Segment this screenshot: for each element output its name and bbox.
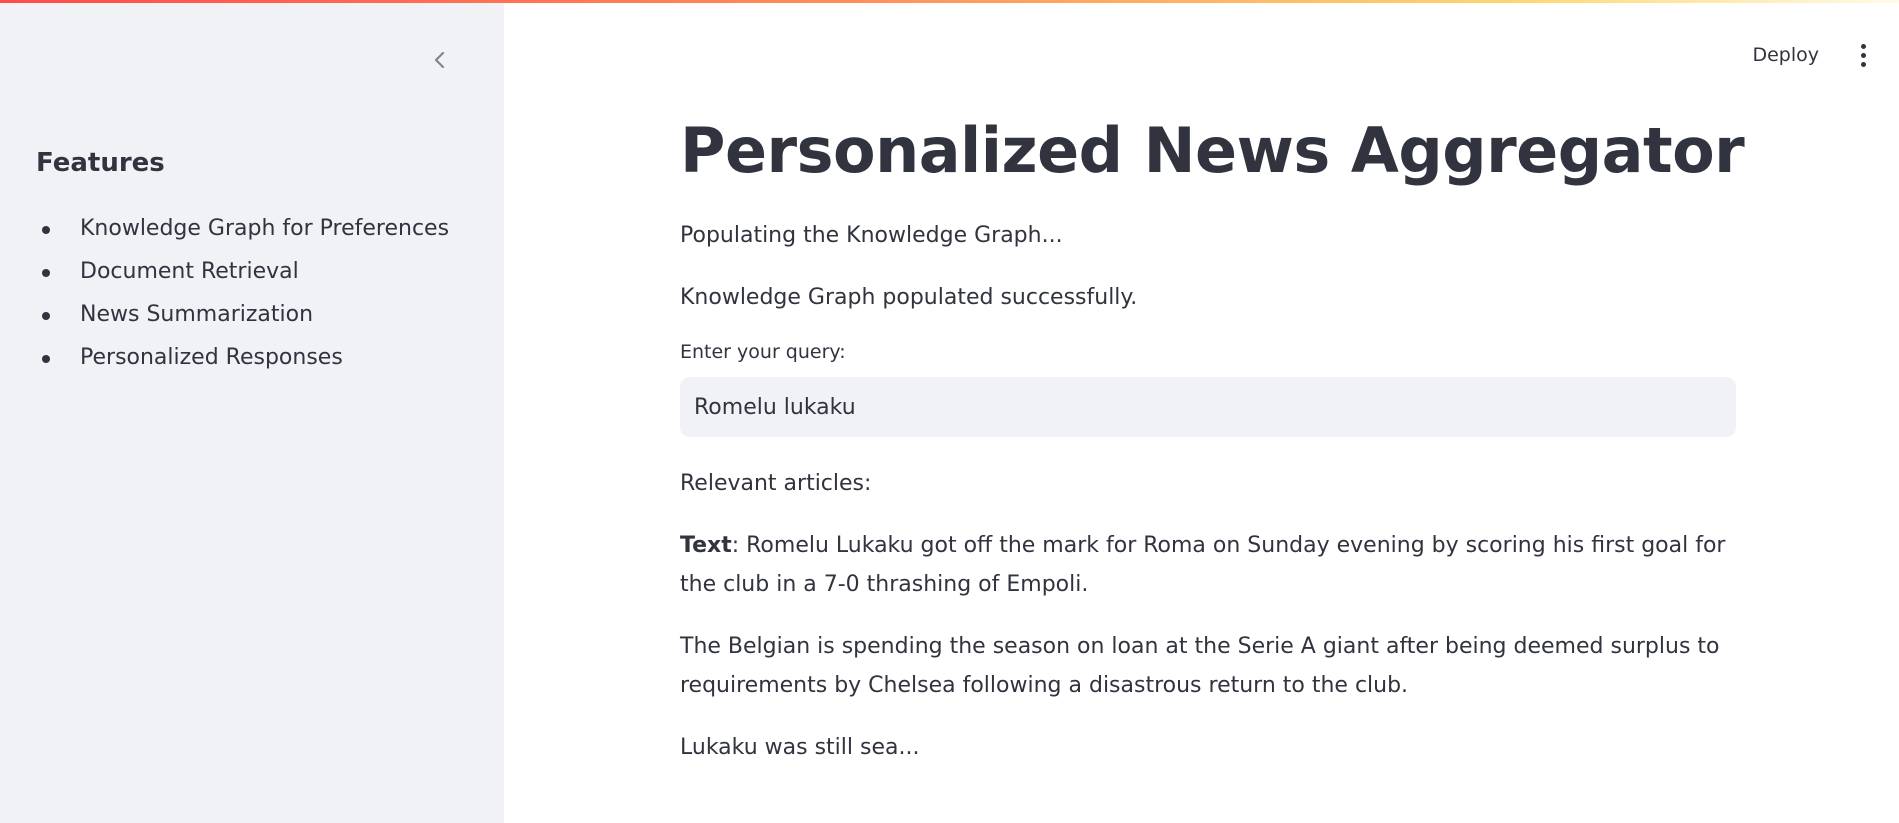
feature-list: Knowledge Graph for Preferences Document… [36, 210, 449, 382]
top-decoration-bar [0, 0, 1899, 3]
collapse-sidebar-button[interactable] [425, 45, 455, 75]
bullet-icon [42, 355, 50, 363]
feature-item-knowledge-graph: Knowledge Graph for Preferences [36, 210, 449, 253]
article-paragraph-3: Lukaku was still sea... [680, 735, 920, 760]
article-paragraph-2: The Belgian is spending the season on lo… [680, 634, 1720, 698]
query-label: Enter your query: [680, 341, 846, 363]
article-text-label: Text [680, 533, 732, 558]
bullet-icon [42, 226, 50, 234]
feature-item-label: Personalized Responses [80, 345, 343, 370]
chevron-left-icon [434, 51, 445, 69]
main-content: Personalized News Aggregator Populating … [680, 100, 1745, 767]
feature-item-label: Knowledge Graph for Preferences [80, 216, 450, 241]
sidebar: Features Knowledge Graph for Preferences… [0, 0, 504, 823]
main-menu-button[interactable] [1851, 40, 1875, 70]
bullet-icon [42, 269, 50, 277]
feature-item-personalized-responses: Personalized Responses [36, 339, 449, 382]
query-input[interactable] [680, 377, 1736, 437]
feature-item-label: News Summarization [80, 302, 314, 327]
bullet-icon [42, 312, 50, 320]
feature-item-label: Document Retrieval [80, 259, 299, 284]
header-actions: Deploy [1740, 35, 1899, 75]
page-title: Personalized News Aggregator [680, 100, 1745, 200]
feature-item-news-summarization: News Summarization [36, 296, 449, 339]
results-label: Relevant articles: [680, 471, 872, 496]
page-title-text: Personalized News Aggregator [680, 113, 1745, 187]
deploy-button[interactable]: Deploy [1740, 38, 1831, 72]
article-paragraph-1: : Romelu Lukaku got off the mark for Rom… [680, 533, 1726, 597]
sidebar-title: Features [36, 148, 165, 178]
status-populating: Populating the Knowledge Graph... [680, 223, 1063, 248]
status-populated: Knowledge Graph populated successfully. [680, 285, 1138, 310]
article-paragraph: Text: Romelu Lukaku got off the mark for… [680, 526, 1736, 604]
vertical-ellipsis-icon [1860, 43, 1866, 49]
feature-item-document-retrieval: Document Retrieval [36, 253, 449, 296]
